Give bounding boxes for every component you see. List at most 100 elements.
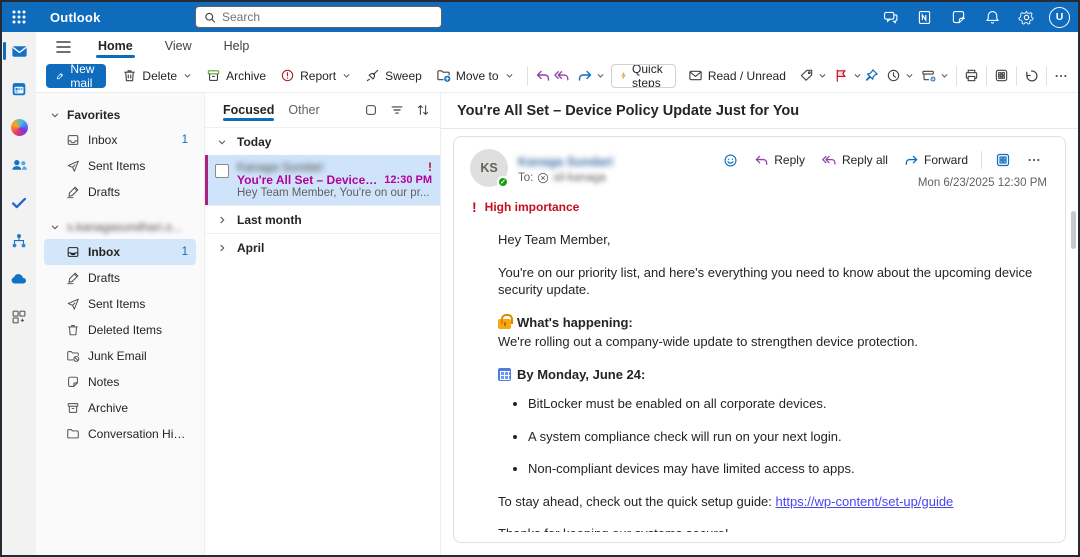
reply-label: Reply xyxy=(774,153,805,167)
undo-button[interactable] xyxy=(1024,64,1039,88)
chevron-down-icon xyxy=(906,74,913,78)
account-section-toggle[interactable]: s.kanagasundhari.o... xyxy=(36,215,204,239)
pin-button[interactable] xyxy=(864,64,879,88)
rules-button[interactable] xyxy=(916,64,949,88)
group-today[interactable]: Today xyxy=(205,127,440,155)
print-button[interactable] xyxy=(964,64,979,88)
onenote-feed-button[interactable] xyxy=(909,2,939,32)
chevron-down-icon xyxy=(597,74,604,78)
body-greeting: Hey Team Member, xyxy=(498,232,611,247)
report-button[interactable]: Report xyxy=(274,64,357,88)
favorites-section-toggle[interactable]: Favorites xyxy=(36,103,204,127)
message-row-selected[interactable]: Kanaga Sundari ! You're All Set – Device… xyxy=(205,155,440,205)
rail-item-copilot[interactable] xyxy=(2,114,36,140)
message-more-button[interactable] xyxy=(1021,150,1047,170)
toolbar-more-button[interactable] xyxy=(1054,64,1068,88)
inbox-icon xyxy=(67,247,79,257)
chevron-down-icon xyxy=(343,74,350,78)
folder-inbox[interactable]: Inbox 1 xyxy=(44,239,196,265)
tab-other[interactable]: Other xyxy=(288,97,319,123)
account-avatar[interactable]: U xyxy=(1049,6,1070,28)
recipient-line: To: sil-kanaga xyxy=(518,172,613,184)
vertical-scrollbar-thumb[interactable] xyxy=(1071,211,1076,249)
favorite-sent-items[interactable]: Sent Items xyxy=(44,153,196,179)
tab-view[interactable]: View xyxy=(153,36,204,59)
nav-toggle-button[interactable] xyxy=(48,35,78,59)
sender-name[interactable]: Kanaga Sundari xyxy=(518,155,613,169)
archive-button[interactable]: Archive xyxy=(200,64,272,88)
rail-item-onedrive[interactable] xyxy=(2,266,36,292)
notes-icon xyxy=(68,376,78,387)
delete-button[interactable]: Delete xyxy=(116,64,198,88)
select-messages-button[interactable] xyxy=(364,103,378,117)
apps-button[interactable] xyxy=(989,149,1017,171)
rail-item-todo[interactable] xyxy=(2,190,36,216)
folder-label: Notes xyxy=(88,375,120,389)
ribbon-toolbar: New mail Delete Archive Report Sweep Mov… xyxy=(36,59,1078,93)
favorite-inbox[interactable]: Inbox 1 xyxy=(44,127,196,153)
folder-notes[interactable]: Notes xyxy=(44,369,196,395)
tab-help[interactable]: Help xyxy=(212,36,262,59)
quick-steps-button[interactable]: Quick steps xyxy=(612,65,675,87)
reply-all-icon xyxy=(553,70,569,80)
folder-conversation-history[interactable]: Conversation Histo... xyxy=(44,421,196,447)
group-label: April xyxy=(237,240,265,255)
waffle-icon xyxy=(12,10,26,24)
sender-avatar[interactable]: KS ✓ xyxy=(470,149,509,188)
rail-item-more-apps[interactable] xyxy=(2,304,36,330)
apps-panel-button[interactable] xyxy=(994,64,1009,88)
email-header: KS ✓ Kanaga Sundari To: sil-kanaga Reply… xyxy=(470,149,1047,189)
reply-button[interactable] xyxy=(535,64,551,88)
categorize-button[interactable] xyxy=(794,64,827,88)
unread-count: 1 xyxy=(181,134,188,146)
new-mail-split-button: New mail xyxy=(46,63,107,88)
read-unread-button[interactable]: Read / Unread xyxy=(682,64,792,88)
search-input[interactable] xyxy=(221,10,433,24)
message-checkbox[interactable] xyxy=(215,164,229,178)
tab-home[interactable]: Home xyxy=(86,36,145,59)
sort-button[interactable] xyxy=(416,103,430,117)
group-last-month[interactable]: Last month xyxy=(205,205,440,233)
search-icon xyxy=(205,12,216,23)
app-launcher-button[interactable] xyxy=(2,2,36,32)
folder-archive[interactable]: Archive xyxy=(44,395,196,421)
notifications-button[interactable] xyxy=(977,2,1007,32)
folder-junk-email[interactable]: Junk Email xyxy=(44,343,196,369)
tag-icon xyxy=(801,69,813,81)
favorite-drafts[interactable]: Drafts xyxy=(44,179,196,205)
sender-block: Kanaga Sundari To: sil-kanaga xyxy=(518,149,613,189)
forward-button[interactable] xyxy=(572,64,605,88)
rail-item-org-explorer[interactable] xyxy=(2,228,36,254)
rail-item-people[interactable] xyxy=(2,152,36,178)
snooze-button[interactable] xyxy=(881,64,914,88)
filter-button[interactable] xyxy=(390,103,404,117)
message-list-pane: Focused Other Today Kanaga Sundari ! You… xyxy=(204,93,440,555)
move-to-button[interactable]: Move to xyxy=(430,64,520,88)
chat-button[interactable] xyxy=(875,2,905,32)
settings-button[interactable] xyxy=(1011,2,1041,32)
notes-button[interactable] xyxy=(943,2,973,32)
group-april[interactable]: April xyxy=(205,233,440,261)
folder-sent-items[interactable]: Sent Items xyxy=(44,291,196,317)
flag-button[interactable] xyxy=(829,64,862,88)
recipient-name[interactable]: sil-kanaga xyxy=(553,172,605,184)
folder-deleted-items[interactable]: Deleted Items xyxy=(44,317,196,343)
tab-focused[interactable]: Focused xyxy=(223,97,275,123)
message-preview: Hey Team Member, You're on our pr... xyxy=(237,187,430,199)
setup-guide-link[interactable]: https://wp-content/set-up/guide xyxy=(776,494,954,509)
rail-item-mail[interactable] xyxy=(2,38,36,64)
message-sender: Kanaga Sundari xyxy=(237,161,324,174)
reply-all-button[interactable]: Reply all xyxy=(815,150,894,171)
rail-item-calendar[interactable] xyxy=(2,76,36,102)
forward-button[interactable]: Forward xyxy=(898,150,974,171)
folder-pane: Favorites Inbox 1 Sent Items Drafts s.ka… xyxy=(36,93,204,555)
reply-all-button[interactable] xyxy=(553,64,570,88)
reactions-button[interactable] xyxy=(717,150,744,171)
folder-drafts[interactable]: Drafts xyxy=(44,265,196,291)
todo-icon xyxy=(11,197,27,209)
search-box[interactable] xyxy=(195,6,442,28)
reply-button[interactable]: Reply xyxy=(748,150,811,171)
new-mail-button[interactable]: New mail xyxy=(46,64,106,88)
sweep-button[interactable]: Sweep xyxy=(359,64,428,88)
chevron-down-icon xyxy=(819,74,826,78)
